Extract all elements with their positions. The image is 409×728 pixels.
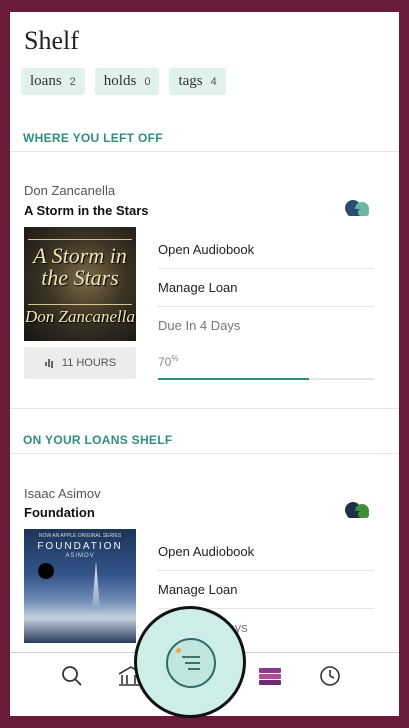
book-title[interactable]: A Storm in the Stars bbox=[24, 203, 148, 218]
history-icon bbox=[320, 666, 340, 686]
cover-illustration bbox=[92, 561, 100, 609]
cover-author-text: ASIMOV bbox=[65, 553, 95, 559]
notification-dot bbox=[176, 648, 181, 653]
shelf-filter-chips: loans 2 holds 0 tags 4 bbox=[21, 68, 226, 95]
cover-tagline: NOW AN APPLE ORIGINAL SERIES bbox=[38, 533, 122, 539]
cover-title-text: FOUNDATION bbox=[37, 541, 123, 552]
shelf-icon bbox=[259, 668, 281, 685]
progress-bar bbox=[158, 378, 374, 380]
cover-title-text: A Storm in the Stars bbox=[33, 243, 127, 290]
book-cover[interactable]: NOW AN APPLE ORIGINAL SERIES FOUNDATION … bbox=[24, 529, 136, 643]
divider bbox=[10, 408, 399, 409]
duration-button[interactable]: 11 HOURS bbox=[24, 347, 136, 379]
nav-shelf[interactable] bbox=[255, 661, 285, 691]
chip-count: 0 bbox=[144, 76, 151, 88]
chip-label: holds bbox=[103, 73, 137, 89]
nav-history[interactable] bbox=[315, 661, 345, 691]
cloud-download-icon[interactable] bbox=[342, 499, 372, 519]
search-icon bbox=[62, 666, 82, 686]
chip-count: 2 bbox=[69, 76, 76, 88]
apple-tv-logo bbox=[38, 563, 54, 579]
section-heading-left-off: WHERE YOU LEFT OFF bbox=[23, 131, 163, 145]
chip-label: loans bbox=[30, 73, 62, 89]
book-author[interactable]: Isaac Asimov bbox=[24, 486, 101, 501]
manage-loan-button[interactable]: Manage Loan bbox=[158, 570, 374, 608]
section-heading-loans: ON YOUR LOANS SHELF bbox=[23, 433, 173, 447]
chip-loans[interactable]: loans 2 bbox=[21, 68, 85, 95]
book-title[interactable]: Foundation bbox=[24, 505, 95, 520]
menu-icon bbox=[182, 656, 200, 670]
progress-bar-fill bbox=[158, 378, 310, 380]
chip-holds[interactable]: holds 0 bbox=[94, 68, 160, 95]
cover-author-text: Don Zancanella bbox=[24, 307, 136, 326]
divider bbox=[10, 453, 399, 454]
nav-menu-button[interactable] bbox=[166, 638, 216, 688]
audiobook-icon bbox=[44, 359, 53, 368]
chip-tags[interactable]: tags 4 bbox=[169, 68, 226, 95]
divider bbox=[10, 151, 399, 152]
page-title: Shelf bbox=[24, 26, 79, 55]
nav-search[interactable] bbox=[57, 661, 87, 691]
manage-loan-button[interactable]: Manage Loan bbox=[158, 268, 374, 306]
chip-label: tags bbox=[178, 73, 203, 89]
book-author[interactable]: Don Zancanella bbox=[24, 183, 115, 198]
progress-percent: 70% bbox=[158, 354, 179, 369]
open-audiobook-button[interactable]: Open Audiobook bbox=[158, 230, 374, 268]
due-date-label: Due In 4 Days bbox=[158, 306, 374, 344]
book-cover[interactable]: A Storm in the Stars Don Zancanella bbox=[24, 227, 136, 341]
duration-label: 11 HOURS bbox=[61, 357, 117, 369]
chip-count: 4 bbox=[210, 76, 217, 88]
open-audiobook-button[interactable]: Open Audiobook bbox=[158, 532, 374, 570]
cloud-download-icon[interactable] bbox=[342, 197, 372, 217]
